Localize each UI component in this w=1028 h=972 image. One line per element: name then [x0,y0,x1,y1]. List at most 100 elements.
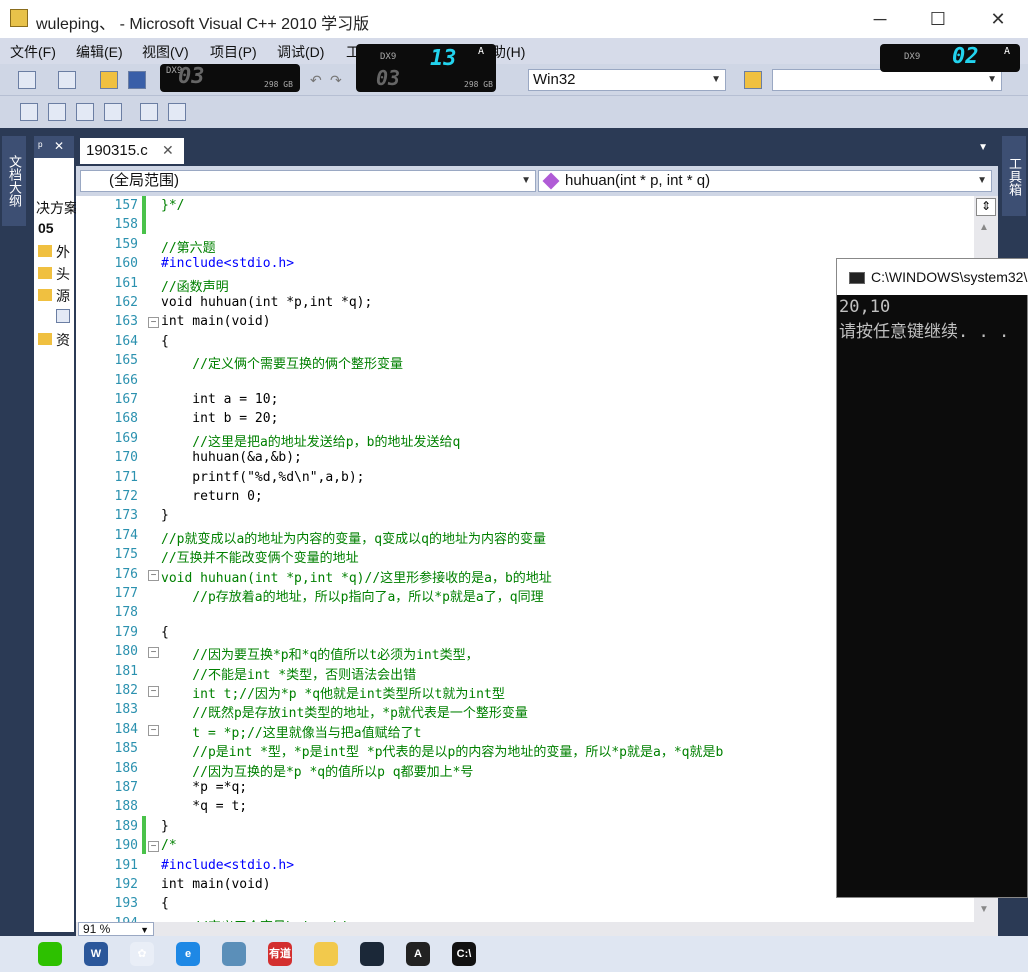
menu-view[interactable]: 视图(V) [142,42,189,62]
platform-dropdown[interactable]: Win32 ▼ [528,69,726,91]
fold-toggle-icon[interactable]: − [148,647,159,659]
cmd-icon [849,272,865,284]
code-line: printf("%d,%d\n",a,b); [161,469,365,485]
open-folder-icon[interactable] [100,71,118,89]
taskbar: W ✿ e 有道 A C:\ [0,936,1028,972]
horizontal-scrollbar[interactable] [76,922,998,936]
fold-toggle-icon[interactable]: − [148,686,159,697]
paint-icon[interactable] [314,942,338,966]
code-line: //这里是把a的地址发送给p，b的地址发送给q [161,434,461,450]
project-item[interactable]: 05 [38,220,54,236]
menu-edit[interactable]: 编辑(E) [76,42,123,62]
line-number: 167 [114,392,138,407]
comment-icon[interactable] [140,103,158,121]
line-number: 174 [114,527,138,543]
menu-project[interactable]: 项目(P) [210,42,257,62]
code-line: //p存放着a的地址，所以p指向了a，所以*p就是a了，q同理 [161,590,544,605]
menu-file[interactable]: 文件(F) [10,42,56,62]
code-line: *p =*q; [161,780,248,795]
line-number: 171 [114,469,138,485]
line-number: 178 [114,605,138,621]
app-flower-icon[interactable]: ✿ [130,942,154,966]
scope-dropdown[interactable]: (全局范围) ▼ [80,170,536,192]
close-button[interactable]: ✕ [968,0,1028,38]
line-number: 157 [114,198,138,213]
fps-storage: 298 GB [264,80,293,89]
save-icon[interactable] [128,71,146,89]
toolbar-icon[interactable] [76,103,94,121]
minimize-button[interactable]: ─ [850,0,910,38]
code-line: void huhuan(int *p,int *q); [161,295,373,310]
line-number: 172 [114,489,138,504]
redo-icon[interactable]: ↷ [330,72,342,89]
code-line: //因为互换的是*p *q的值所以p q都要加上*号 [161,764,474,780]
resource-files-item[interactable]: 资 [56,330,70,350]
split-icon[interactable]: ⇕ [976,198,996,216]
fold-toggle-icon[interactable]: − [148,569,159,581]
notes-icon[interactable] [222,942,246,966]
document-outline-tab[interactable]: 文档大纲 [2,136,26,226]
afterburner-icon[interactable]: A [406,942,430,966]
toolbar-icon[interactable] [48,103,66,121]
maximize-button[interactable]: ☐ [908,0,968,38]
chevron-down-icon: ▼ [987,74,997,85]
line-number: 160 [114,256,138,272]
line-number: 165 [114,353,138,369]
fps-overlay: DX9 03 298 GB [160,64,300,92]
code-line: int a = 10; [161,392,279,407]
cmd-icon[interactable]: C:\ [452,942,476,966]
tab-close-icon[interactable]: ✕ [162,142,174,159]
close-icon[interactable]: ✕ [54,139,64,153]
youdao-icon[interactable]: 有道 [268,942,292,966]
document-tab-strip: ▼ [76,136,998,164]
code-line: //互换并不能改变俩个变量的地址 [161,551,359,567]
zoom-dropdown[interactable]: 91 % ▼ [78,922,154,936]
external-deps-item[interactable]: 外 [56,242,70,262]
fps-storage: 298 GB [464,80,493,89]
toolbox-tab[interactable]: 工具箱 [1002,136,1026,216]
function-dropdown[interactable]: huhuan(int * p, int * q) ▼ [538,170,992,192]
code-line: *q = t; [161,799,248,815]
code-line: //定义俩个需要互换的俩个整形变量 [161,357,403,373]
toolbar-icon[interactable] [104,103,122,121]
solution-item[interactable]: 决方案 [36,198,78,218]
fps-value: 02 [952,44,979,69]
menu-bar: 文件(F) 编辑(E) 视图(V) 项目(P) 调试(D) 工具 窗口 帮助(H… [0,38,1028,64]
find-combo[interactable]: ▼ [772,69,1002,91]
code-line: //因为要互换*p和*q的值所以t必须为int类型， [161,648,479,664]
code-line: #include<stdio.h> [161,256,295,272]
fps-label: A [478,46,485,57]
code-line: int b = 20; [161,411,279,427]
toolbar-icon[interactable] [20,103,38,121]
code-line: /* [161,838,177,854]
c-file-icon[interactable] [56,309,70,323]
line-number: 162 [114,295,138,310]
fold-toggle-icon[interactable]: − [148,317,159,329]
fold-toggle-icon[interactable]: − [148,841,159,853]
header-files-item[interactable]: 头 [56,264,70,284]
console-window[interactable]: C:\WINDOWS\system32\cmd.exe 20,10 请按任意键继… [836,258,1028,898]
chevron-down-icon: ▼ [140,925,149,935]
fold-toggle-icon[interactable]: − [148,724,159,736]
tab-list-icon[interactable]: ▼ [978,142,988,153]
fps-value: 13 [430,46,457,71]
code-line: //p是int *型，*p是int型 *p代表的是以p的内容为地址的变量，所以*… [161,745,724,761]
undo-icon[interactable]: ↶ [310,72,322,89]
menu-debug[interactable]: 调试(D) [277,42,324,62]
browser-icon[interactable]: e [176,942,200,966]
function-value: huhuan(int * p, int * q) [565,172,711,189]
scroll-down-icon[interactable]: ▼ [979,904,989,915]
code-line: { [161,333,169,349]
uncomment-icon[interactable] [168,103,186,121]
method-icon [542,172,560,190]
scroll-up-icon[interactable]: ▲ [979,222,989,233]
add-item-icon[interactable] [58,71,76,89]
wechat-icon[interactable] [38,942,62,966]
tab-190315-c[interactable]: 190315.c ✕ [80,138,184,164]
pin-icon[interactable]: ᵖ [38,139,43,153]
source-files-item[interactable]: 源 [56,286,70,306]
word-icon[interactable]: W [84,942,108,966]
new-project-icon[interactable] [18,71,36,89]
find-in-files-icon[interactable] [744,71,762,89]
steam-icon[interactable] [360,942,384,966]
